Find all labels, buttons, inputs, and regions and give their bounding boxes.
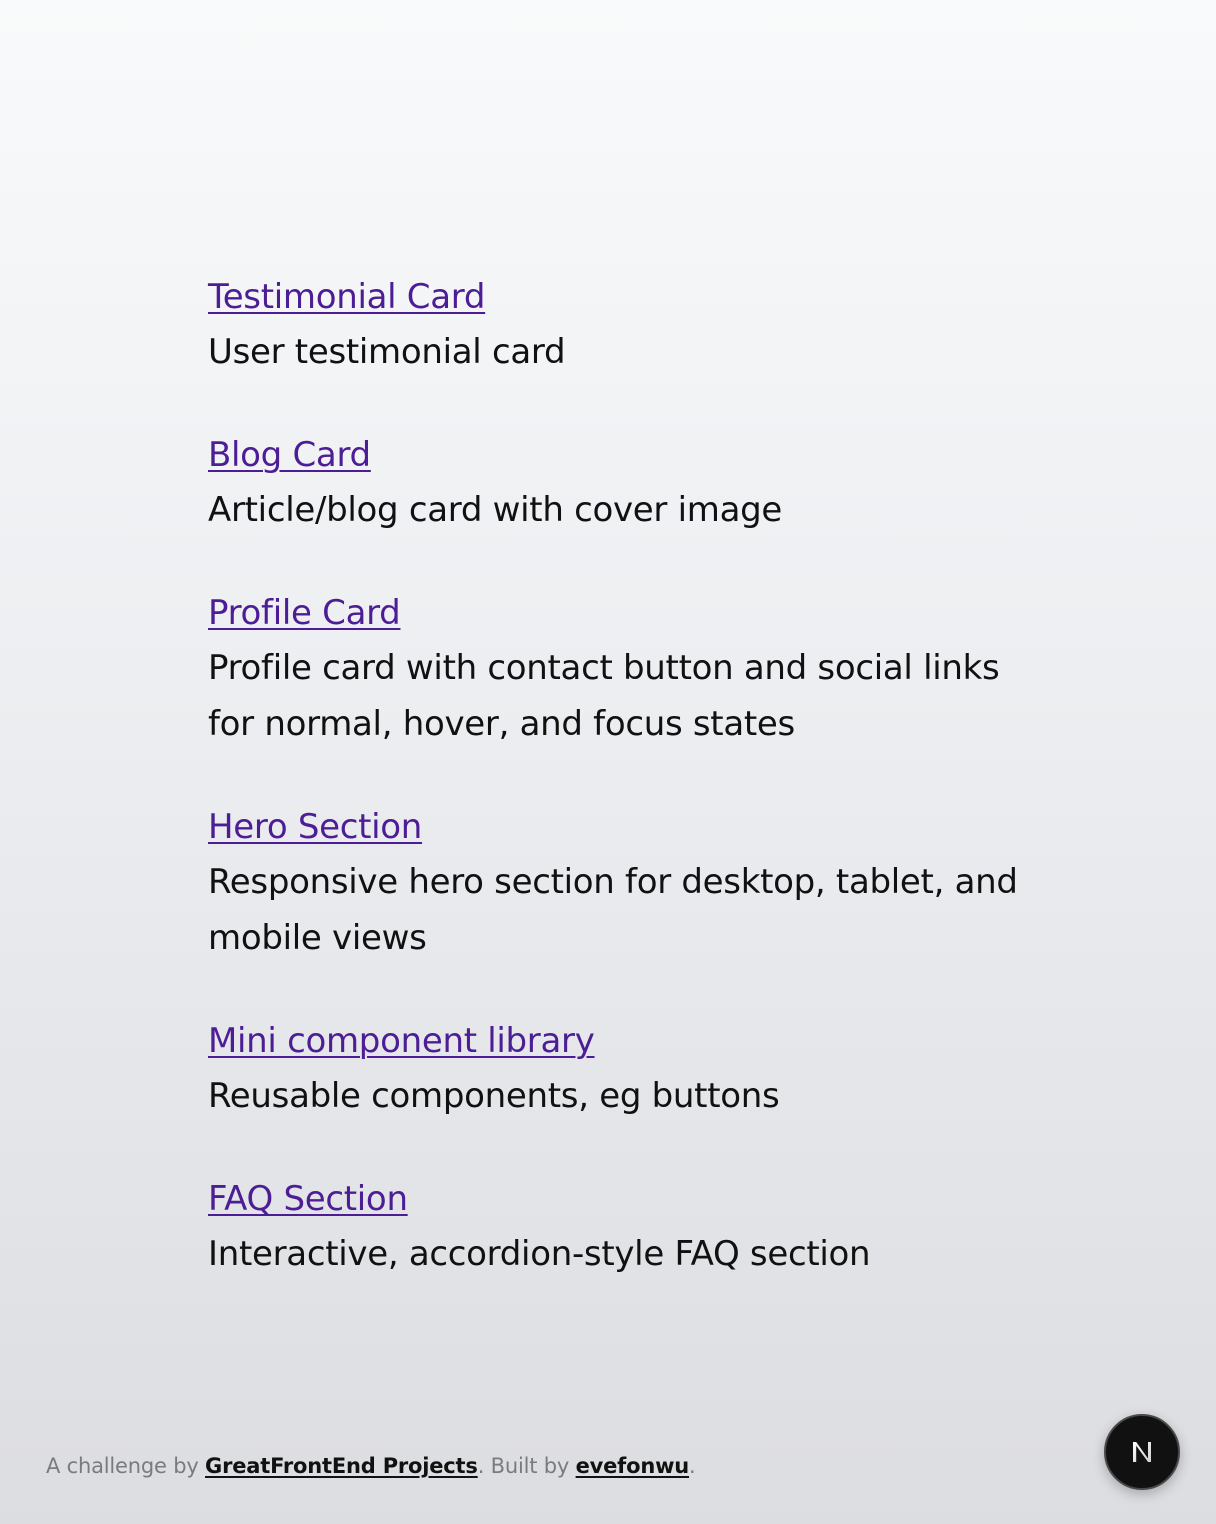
project-description: Article/blog card with cover image <box>208 490 783 530</box>
author-link[interactable]: evefonwu <box>576 1454 690 1478</box>
project-description: Interactive, accordion-style FAQ section <box>208 1234 871 1274</box>
project-description: Responsive hero section for desktop, tab… <box>208 862 1018 958</box>
project-description: Reusable components, eg buttons <box>208 1076 780 1116</box>
project-list: Testimonial Card User testimonial card B… <box>208 270 1028 1330</box>
footer-prefix: A challenge by <box>46 1454 206 1478</box>
greatfrontend-link[interactable]: GreatFrontEnd Projects <box>205 1454 478 1478</box>
project-link-profile-card[interactable]: Profile Card <box>208 586 401 640</box>
project-description: User testimonial card <box>208 332 566 372</box>
project-item: FAQ Section Interactive, accordion-style… <box>208 1172 1028 1282</box>
project-link-testimonial-card[interactable]: Testimonial Card <box>208 270 485 324</box>
nextjs-logo-icon <box>1133 1442 1151 1462</box>
project-item: Hero Section Responsive hero section for… <box>208 800 1028 966</box>
project-link-faq-section[interactable]: FAQ Section <box>208 1172 408 1226</box>
project-item: Mini component library Reusable componen… <box>208 1014 1028 1124</box>
project-item: Profile Card Profile card with contact b… <box>208 586 1028 752</box>
project-link-hero-section[interactable]: Hero Section <box>208 800 422 854</box>
footer-middle: . Built by <box>477 1454 576 1478</box>
project-description: Profile card with contact button and soc… <box>208 648 1000 744</box>
nextjs-dev-badge[interactable] <box>1104 1414 1180 1490</box>
footer-attribution: A challenge by GreatFrontEnd Projects. B… <box>46 1450 696 1482</box>
project-item: Testimonial Card User testimonial card <box>208 270 1028 380</box>
footer-suffix: . <box>689 1454 696 1478</box>
project-link-mini-component-library[interactable]: Mini component library <box>208 1014 595 1068</box>
project-item: Blog Card Article/blog card with cover i… <box>208 428 1028 538</box>
project-link-blog-card[interactable]: Blog Card <box>208 428 371 482</box>
